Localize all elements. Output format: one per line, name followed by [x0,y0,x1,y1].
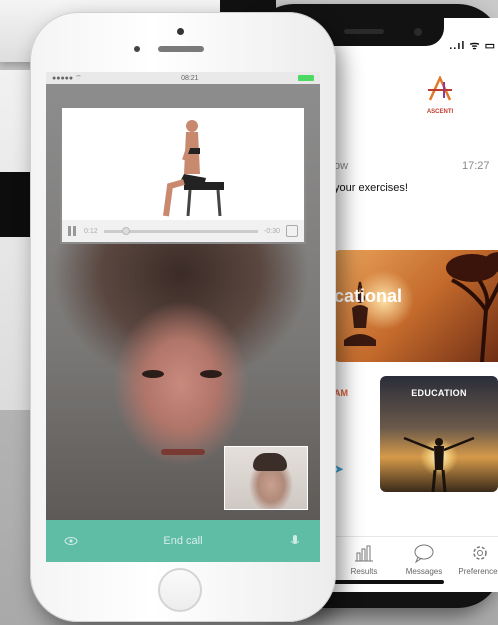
front-phone: ●●●●● ⌔ 08:21 0:12 -0:30 End call [30,12,336,622]
education-card-label: EDUCATION [411,388,467,398]
scrubber-knob[interactable] [122,226,131,235]
person-arms-raised-icon [403,436,475,492]
tab-preferences[interactable]: Preferences [452,543,498,576]
home-button[interactable] [158,568,202,612]
educational-card[interactable]: cational [334,250,498,362]
tab-messages-label: Messages [405,567,443,576]
speaker-grille [344,29,384,34]
logo-text: ASCENTI [426,109,454,115]
video-elapsed: 0:12 [84,227,98,235]
proximity-sensor [134,46,140,52]
tab-results-label: Results [350,567,378,576]
tab-messages[interactable]: Messages [396,543,452,576]
front-camera [177,28,184,35]
status-bar: ●●●●● ⌔ 08:21 [46,72,320,84]
eye [200,370,222,378]
chat-bubble-icon [414,544,434,563]
end-call-button[interactable]: End call [163,535,202,547]
tab-preferences-label: Preferences [458,567,498,576]
battery-icon [297,75,314,81]
gear-icon [473,546,487,560]
tree-silhouette-icon [446,252,498,362]
eye-icon[interactable] [64,534,78,548]
carrier-signal: ●●●●● ⌔ [52,74,82,82]
earpiece-speaker [158,46,204,52]
self-view-pip[interactable] [224,446,308,510]
video-controls: 0:12 -0:30 [62,220,304,242]
video-call-screen: ●●●●● ⌔ 08:21 0:12 -0:30 End call [46,72,320,562]
status-bar-icons: ..ıl ᯤ ▭ [449,40,496,52]
message-sender: ow [334,160,349,172]
exercise-video-player[interactable]: 0:12 -0:30 [60,106,306,244]
pause-icon[interactable] [68,226,78,236]
mouth [161,449,205,455]
video-scrubber[interactable] [103,226,259,235]
home-indicator[interactable] [334,580,444,584]
video-remaining: -0:30 [264,227,280,235]
message-time: 17:27 [462,160,490,172]
educational-card-label: cational [334,286,403,306]
program-card-label: AM [334,388,348,398]
education-card[interactable]: EDUCATION [380,376,498,492]
tab-results[interactable]: Results [336,543,392,576]
eye [142,370,164,378]
fullscreen-icon[interactable] [286,225,298,237]
message-preview[interactable]: your exercises! [334,182,408,194]
call-control-bar: End call [46,520,320,562]
front-camera [414,28,422,36]
exercise-figure-image [163,120,224,217]
microphone-icon[interactable] [288,534,302,548]
logo-mark-icon [428,74,452,101]
background-dark-top [220,0,276,12]
app-logo: ASCENTI [422,74,458,115]
chart-icon [355,545,373,562]
status-time: 08:21 [181,74,199,82]
self-view-hair [253,453,287,471]
